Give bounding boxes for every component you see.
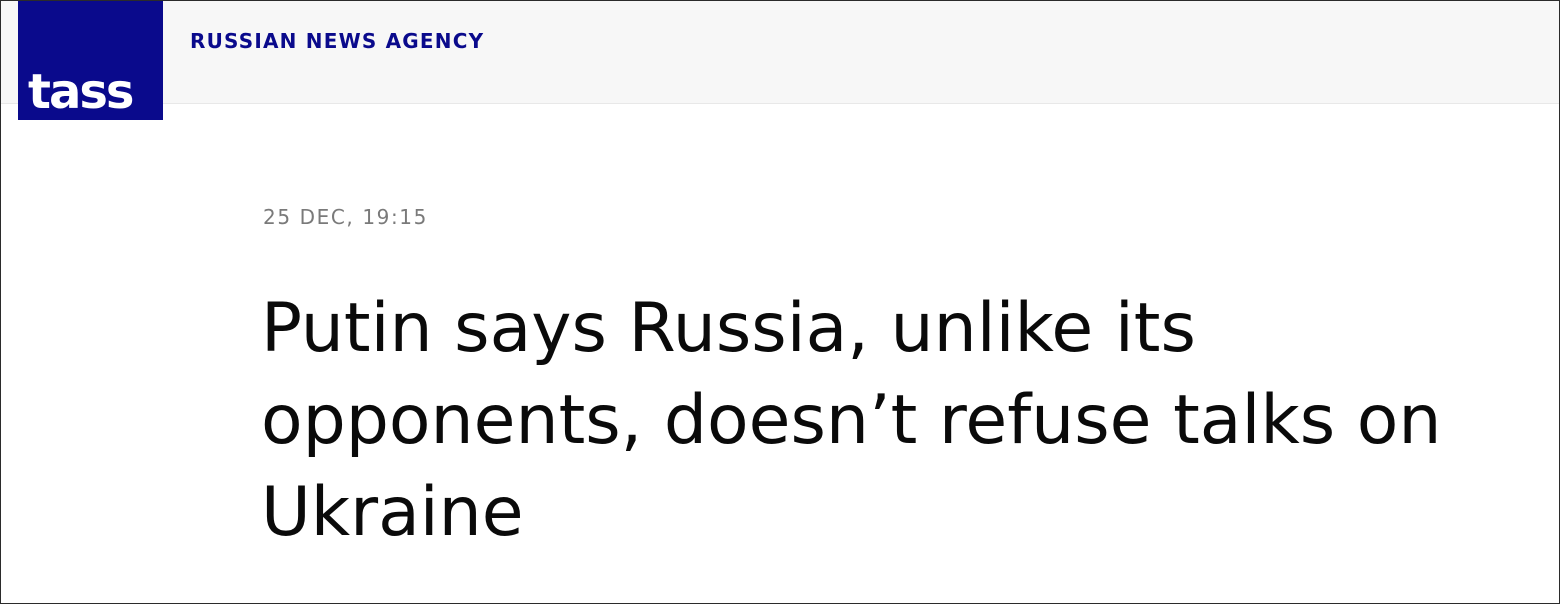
site-header: tass RUSSIAN NEWS AGENCY: [1, 1, 1559, 120]
agency-name-link[interactable]: RUSSIAN NEWS AGENCY: [190, 29, 484, 53]
tass-logo[interactable]: tass: [18, 1, 163, 120]
logo-wordmark: tass: [28, 64, 134, 120]
article-headline: Putin says Russia, unlike its opponents,…: [261, 289, 1442, 552]
page-frame: tass RUSSIAN NEWS AGENCY 25 DEC, 19:15 P…: [0, 0, 1560, 604]
article-dateline: 25 DEC, 19:15: [263, 205, 428, 229]
